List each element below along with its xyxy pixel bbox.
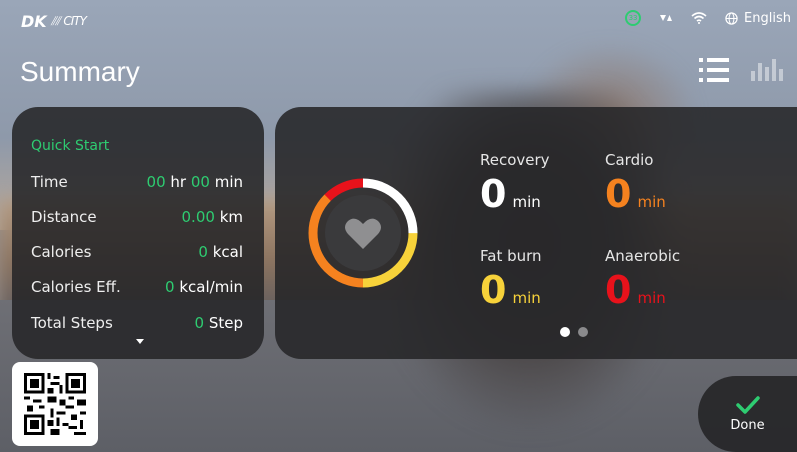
logo-stripes: ⫽⫽: [50, 13, 61, 28]
stat-row-time: Time 00 hr 00 min: [31, 173, 243, 191]
metric-recovery: Recovery 0 min: [480, 151, 550, 213]
heart-zone-gauge: [308, 178, 418, 288]
metric-unit: min: [637, 289, 666, 307]
qr-code[interactable]: [12, 362, 98, 446]
metric-label: Recovery: [480, 151, 550, 169]
qr-code-icon: [24, 373, 86, 435]
metric-cardio: Cardio 0 min: [605, 151, 666, 213]
metric-value: 0: [480, 172, 507, 216]
chart-view-icon[interactable]: [751, 59, 783, 81]
metric-label: Anaerobic: [605, 247, 681, 265]
view-toggle: [699, 58, 783, 82]
stat-value: 0.00 km: [181, 208, 243, 226]
language-label: English: [744, 10, 791, 26]
stat-value: 0 kcal: [198, 243, 243, 261]
metric-fat-burn: Fat burn 0 min: [480, 247, 542, 309]
stat-row-calories: Calories 0 kcal: [31, 243, 243, 261]
brand-logo: DK ⫽⫽ CITY: [21, 11, 87, 31]
metric-unit: min: [512, 289, 541, 307]
page-dot[interactable]: [578, 327, 588, 337]
metric-value: 0: [605, 268, 632, 312]
metric-value: 0: [605, 172, 632, 216]
list-view-icon[interactable]: [699, 58, 729, 82]
wifi-icon: [691, 12, 707, 24]
stat-value: 0 kcal/min: [165, 278, 243, 296]
page-dot-active[interactable]: [560, 327, 570, 337]
stat-value: 00 hr 00 min: [146, 173, 243, 191]
status-icons: 33 English: [625, 10, 791, 26]
stat-label: Calories Eff.: [31, 278, 121, 296]
stat-row-total-steps: Total Steps 0 Step: [31, 314, 243, 332]
quick-start-card: Quick Start Time 00 hr 00 min Distance 0…: [12, 107, 264, 359]
language-selector[interactable]: English: [725, 11, 791, 26]
heart-zone-card[interactable]: Recovery 0 min Cardio 0 min Fat burn 0 m…: [275, 107, 797, 359]
stat-label: Distance: [31, 208, 97, 226]
logo-sub-text: CITY: [63, 14, 87, 28]
page-title: Summary: [20, 56, 140, 87]
metric-value: 0: [480, 268, 507, 312]
metric-unit: min: [637, 193, 666, 211]
checkmark-icon: [735, 395, 760, 414]
quick-start-heading: Quick Start: [31, 138, 110, 154]
metric-anaerobic: Anaerobic 0 min: [605, 247, 680, 309]
stat-value: 0 Step: [194, 314, 243, 332]
page-indicator: [560, 327, 588, 337]
notification-badge[interactable]: 33: [625, 10, 642, 26]
metric-label: Fat burn: [480, 247, 542, 265]
stat-label: Total Steps: [31, 314, 113, 332]
metric-unit: min: [512, 193, 541, 211]
logo-text: DK: [21, 11, 47, 31]
stat-row-distance: Distance 0.00 km: [31, 208, 243, 226]
metric-label: Cardio: [605, 151, 654, 169]
stat-label: Calories: [31, 243, 92, 261]
done-label: Done: [730, 417, 765, 433]
done-button[interactable]: Done: [698, 376, 797, 452]
globe-icon: [725, 11, 738, 25]
stat-row-calories-eff: Calories Eff. 0 kcal/min: [31, 278, 243, 296]
stat-label: Time: [31, 173, 68, 191]
network-signal-icon: [660, 15, 673, 21]
top-status-bar: DK ⫽⫽ CITY 33 English: [0, 0, 797, 42]
scroll-down-indicator-icon[interactable]: [136, 339, 144, 344]
